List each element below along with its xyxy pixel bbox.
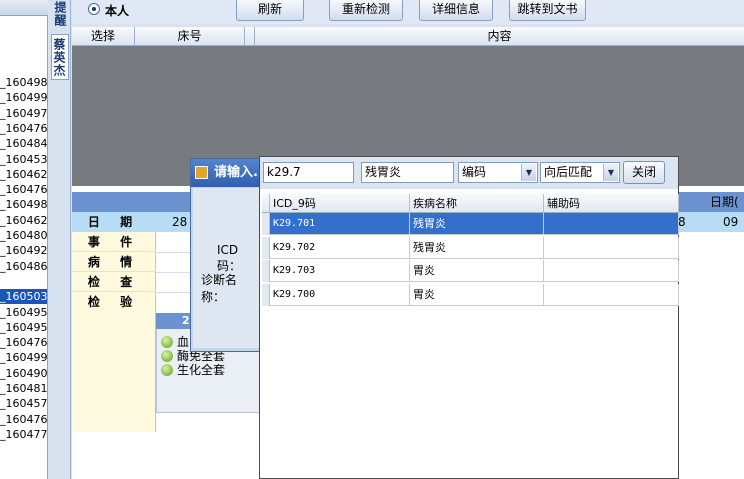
patient-list-item[interactable]: _160495 [0,305,47,320]
icd-result-row[interactable]: K29.703 胃炎 [262,260,679,282]
date-cell-a: 8 [678,215,686,229]
patient-list-item[interactable]: _160476 [0,121,47,136]
chevron-down-icon[interactable]: ▼ [521,164,536,181]
patient-list-item[interactable]: _160480 [0,228,47,243]
patient-list-item[interactable]: _160503 [0,289,47,305]
diagnosis-name-label: 诊断名称： [201,273,238,304]
lab-item-blood[interactable]: 血 [160,335,189,349]
self-radio-label[interactable]: 本人 [105,2,129,19]
patient-list-item[interactable] [0,274,47,289]
tab-remind[interactable]: 提醒 [51,0,69,28]
col-select[interactable]: 选择 [72,27,135,46]
patient-list-item[interactable]: _160486 [0,259,47,274]
patient-list-item[interactable]: _160498 [0,197,47,212]
toolbar: 本人 刷新 重新检测 详细信息 跳转到文书 [72,0,744,24]
tab-patient-name[interactable]: 蔡英杰 [51,34,69,80]
cell-code: K29.703 [270,260,410,282]
patient-list-item[interactable]: _160490 [0,366,47,381]
row-header[interactable] [262,213,270,235]
cell-code: K29.702 [270,236,410,259]
details-button[interactable]: 详细信息 [419,0,493,21]
patient-list[interactable]: _160498 _160499 _160497 _160476 _160484 _1604… [0,0,48,479]
cell-aux [544,236,679,259]
icd-result-row[interactable]: K29.700 胃炎 [262,283,679,306]
col-disease-name[interactable]: 疾病名称 [410,194,544,213]
self-radio[interactable] [88,3,100,15]
col-bed[interactable]: 床号 [135,27,245,46]
patient-list-item[interactable]: _160462 [0,213,47,228]
cell-aux [544,213,679,235]
lab-item-biochem[interactable]: 生化全套 [160,363,225,377]
vertical-tab-strip: 提醒 蔡英杰 [49,0,71,479]
row-label-lab: 检 验 [87,295,141,309]
close-button[interactable]: 关闭 [623,161,665,184]
patient-list-item[interactable]: _160476 [0,412,47,427]
cell-name: 胃炎 [410,260,544,282]
icd-result-row[interactable]: K29.702 残胃炎 [262,236,679,259]
patient-list-item[interactable]: _160492 [0,243,47,258]
recheck-button[interactable]: 重新检测 [329,0,403,21]
col-icd-code[interactable]: ICD_9码 [270,194,410,213]
row-header[interactable] [262,236,270,259]
cell-code: K29.700 [270,283,410,306]
chevron-down-icon[interactable]: ▼ [603,164,618,181]
match-mode-select[interactable]: 向后匹配 ▼ [540,162,620,183]
patient-list-item[interactable]: _160453 [0,152,47,167]
cell-aux [544,283,679,306]
icd-label: ICD码： [217,243,242,273]
icd-result-row[interactable]: K29.701 残胃炎 [262,213,679,235]
date-cell-first: 28 [172,215,188,229]
name-search-input[interactable]: 残胃炎 [361,162,454,183]
patient-list-item[interactable]: _160497 [0,106,47,121]
patient-list-item[interactable]: _160477 [0,427,47,442]
icd-results-table: ICD_9码 疾病名称 辅助码 K29.701 残胃炎 K29.702 残胃炎 K29.… [262,194,679,308]
patient-list-item[interactable]: _160476 [0,182,47,197]
row-label-condition: 病 情 [72,252,156,272]
cell-code: K29.701 [270,213,410,235]
cell-aux [544,260,679,282]
date-column-header: 日期( [710,195,739,209]
patient-list-item[interactable]: _160457 [0,396,47,411]
code-search-input[interactable]: k29.7 [263,162,354,183]
col-aux-code[interactable]: 辅助码 [544,194,679,213]
col-content[interactable]: 内容 [255,27,744,46]
search-by-value: 编码 [462,165,487,179]
dialog-app-icon [195,166,208,179]
col-divider [245,27,255,46]
patient-list-item[interactable]: _160498 [0,75,47,90]
patient-list-item[interactable]: _160499 [0,350,47,365]
patient-list-item[interactable]: _160499 [0,90,47,105]
patient-list-item[interactable]: _160481 [0,381,47,396]
jump-to-document-button[interactable]: 跳转到文书 [509,0,586,21]
date-label: 日 期 [87,215,141,229]
patient-list-header[interactable] [0,0,48,16]
row-header-corner [262,194,270,213]
patient-list-item[interactable]: _160495 [0,320,47,335]
cell-name: 残胃炎 [410,213,544,235]
row-label-exam: 检 查 [72,272,156,292]
patient-list-item[interactable]: _160462 [0,167,47,182]
date-cell-b: 09 [723,215,739,229]
patient-list-item[interactable]: _160484 [0,136,47,151]
cell-name: 残胃炎 [410,236,544,259]
grid-header: 选择 床号 内容 [72,27,744,46]
match-mode-value: 向后匹配 [544,165,593,179]
search-by-select[interactable]: 编码 ▼ [458,162,538,183]
cell-name: 胃炎 [410,283,544,306]
row-header[interactable] [262,260,270,282]
schedule-row-labels: 事 件 病 情 检 查 检 验 [72,232,156,432]
row-header[interactable] [262,283,270,306]
input-dialog-body: ICD码： 诊断名称： [193,188,260,348]
row-label-event: 事 件 [72,232,156,252]
patient-list-item[interactable]: _160476 [0,335,47,350]
refresh-button[interactable]: 刷新 [236,0,304,21]
